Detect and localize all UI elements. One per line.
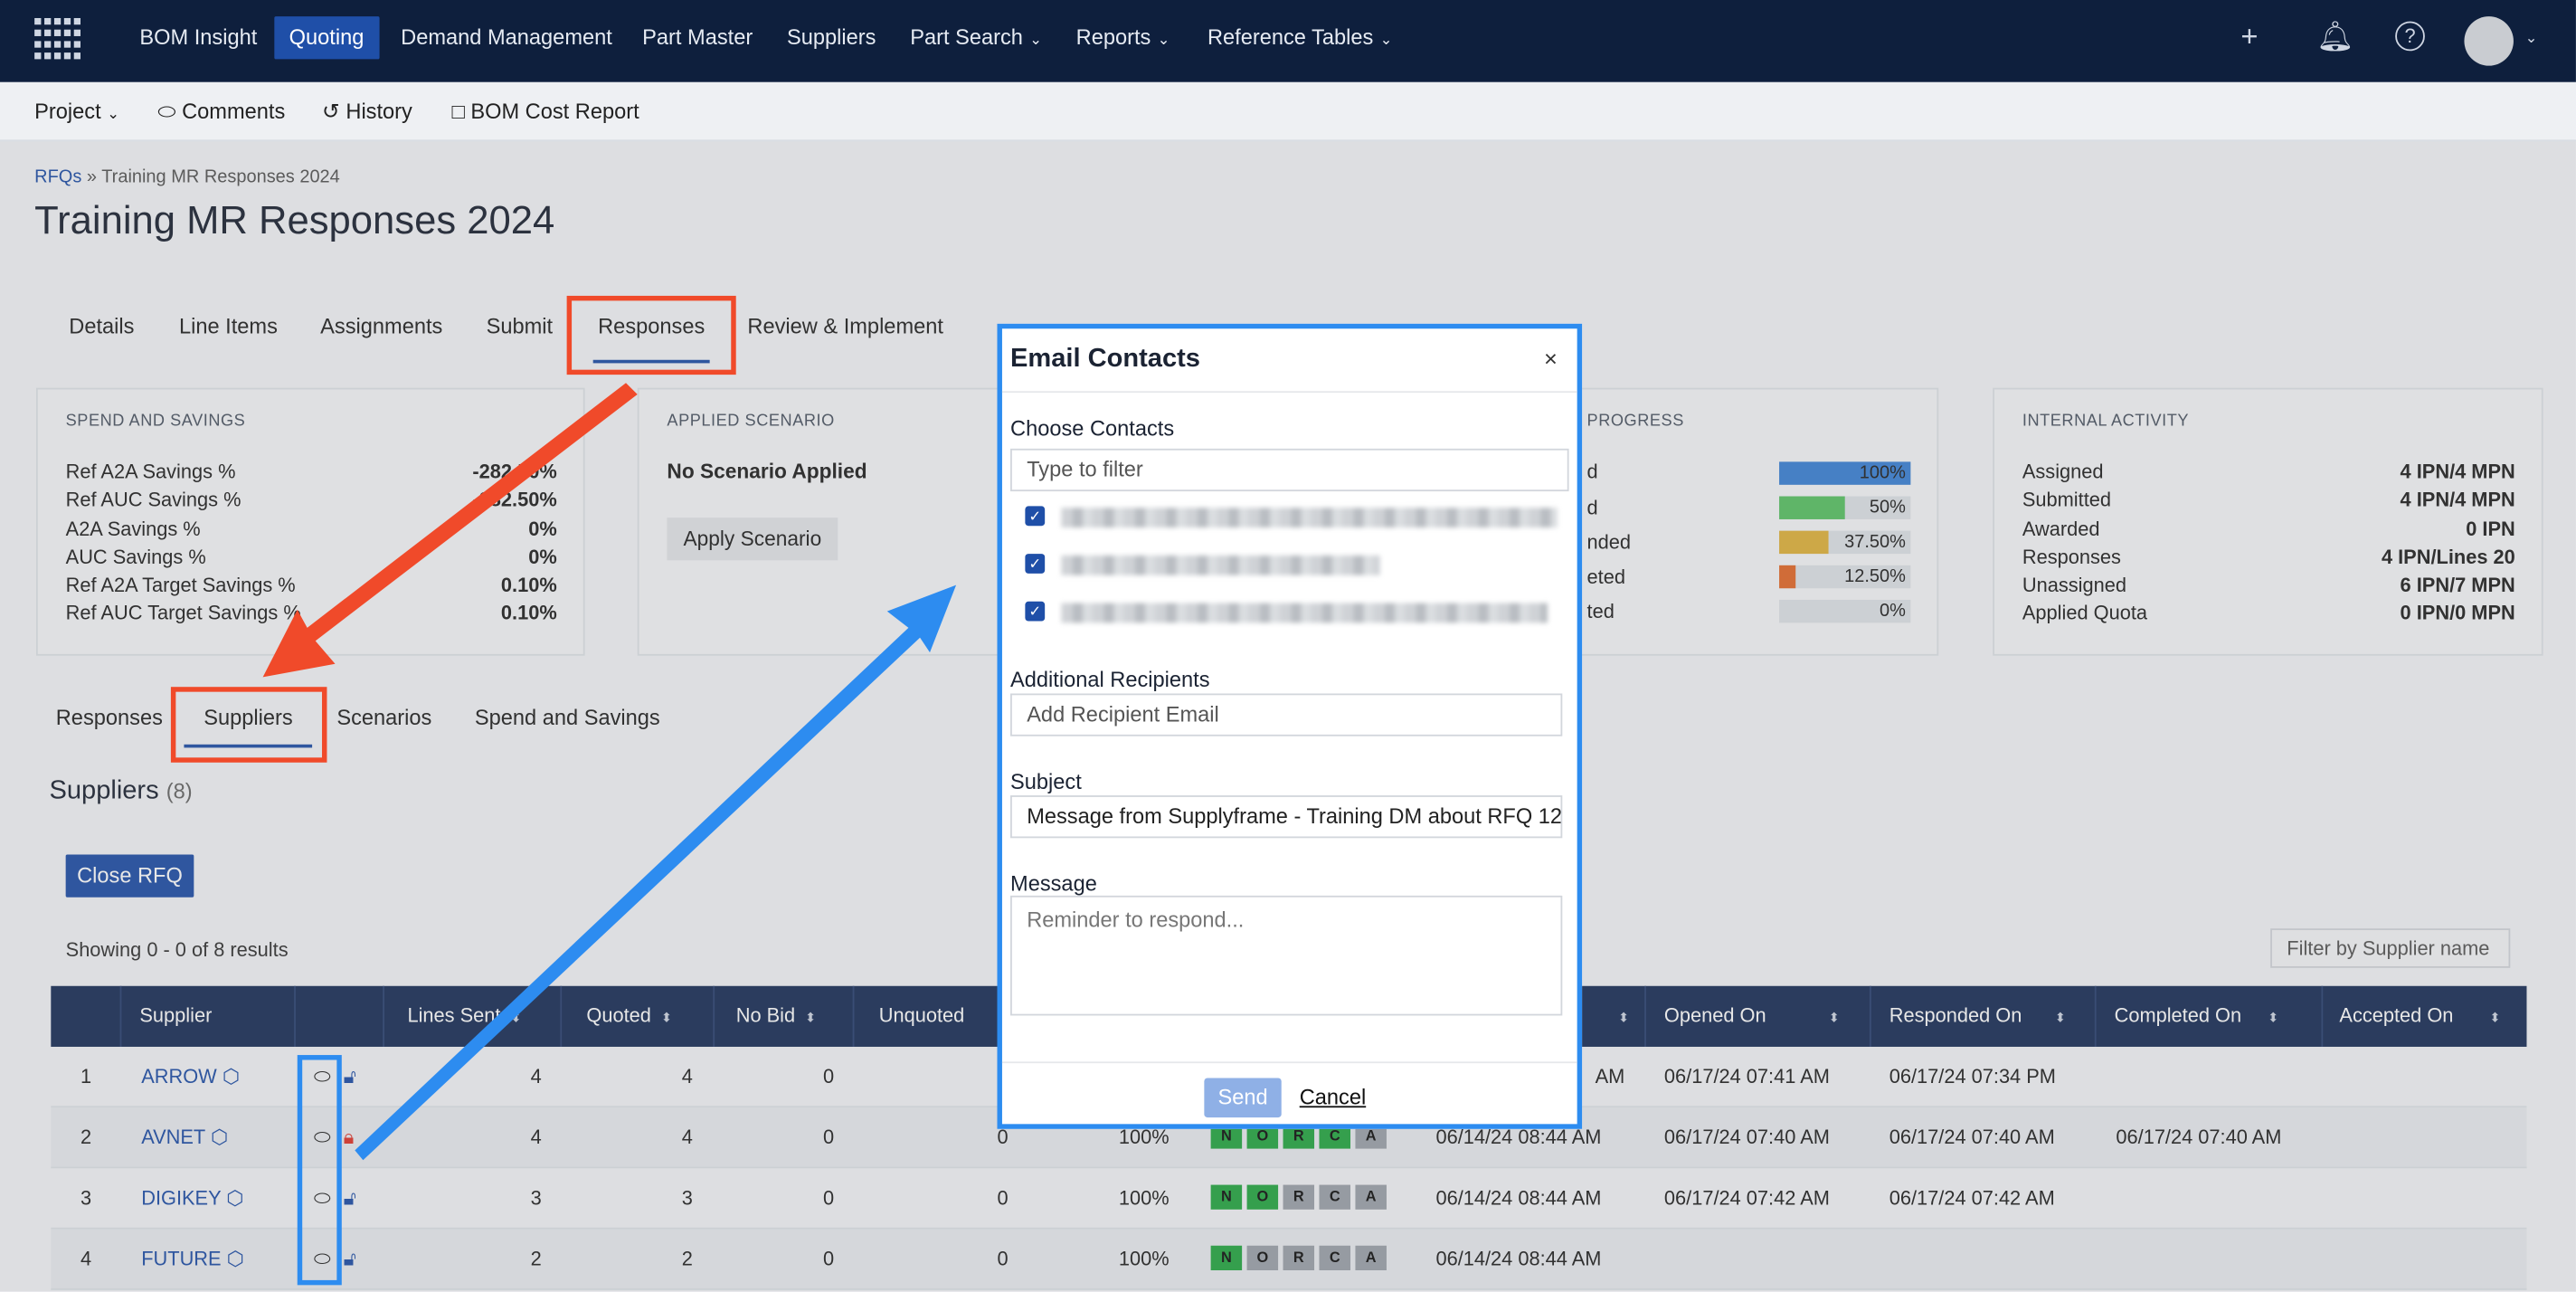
nav-bom-insight[interactable]: BOM Insight [125, 16, 272, 59]
top-nav: BOM Insight Quoting Demand Management Pa… [0, 0, 2576, 82]
annotation-highlight-suppliers-tab [170, 687, 327, 763]
divider [1001, 1061, 1577, 1064]
app-grid-icon[interactable] [33, 16, 81, 62]
nav-quoting[interactable]: Quoting [274, 16, 379, 60]
report-icon: □ [451, 98, 465, 124]
bom-cost-report-link[interactable]: □ BOM Cost Report [451, 99, 639, 123]
contact-checkbox[interactable]: ✓ [1025, 601, 1046, 622]
recipient-email-input[interactable]: Add Recipient Email [1010, 693, 1563, 736]
nav-reports-label: Reports [1075, 24, 1151, 50]
history-label: History [346, 98, 412, 124]
chevron-down-icon: ⌄ [1379, 31, 1393, 48]
redacted-contact [1061, 603, 1548, 623]
message-label: Message [1010, 870, 1097, 896]
nav-reference-tables[interactable]: Reference Tables ⌄ [1193, 16, 1407, 59]
cancel-button[interactable]: Cancel [1300, 1085, 1367, 1109]
nav-part-search[interactable]: Part Search ⌄ [895, 16, 1056, 59]
bell-icon[interactable]: 🔔︎ [2316, 20, 2354, 54]
contact-checkbox[interactable]: ✓ [1025, 506, 1046, 527]
email-contacts-modal: Email Contacts × Choose Contacts Type to… [997, 323, 1583, 1129]
nav-part-search-label: Part Search [910, 24, 1023, 50]
help-icon[interactable]: ? [2395, 21, 2425, 52]
close-icon[interactable]: × [1544, 345, 1558, 371]
nav-reference-tables-label: Reference Tables [1207, 24, 1374, 50]
app-stage: BOM Insight Quoting Demand Management Pa… [0, 0, 2576, 1292]
additional-recipients-label: Additional Recipients [1010, 667, 1210, 692]
redacted-contact [1061, 508, 1558, 528]
redacted-contact [1061, 555, 1380, 575]
chevron-down-icon: ⌄ [107, 105, 119, 122]
nav-suppliers[interactable]: Suppliers [772, 16, 891, 59]
history-icon: ↺ [321, 98, 340, 124]
chevron-down-icon: ⌄ [1029, 31, 1042, 48]
plus-icon[interactable]: + [2240, 20, 2258, 54]
send-button[interactable]: Send [1204, 1078, 1282, 1118]
subject-input[interactable]: Message from Supplyframe - Training DM a… [1010, 795, 1563, 839]
comments-link[interactable]: ⬭ Comments [157, 99, 285, 125]
avatar[interactable] [2464, 16, 2514, 66]
subject-label: Subject [1010, 769, 1082, 794]
contacts-filter-input[interactable]: Type to filter [1010, 448, 1569, 492]
comments-label: Comments [182, 98, 286, 124]
annotation-highlight-responses-tab [566, 295, 736, 375]
comment-icon: ⬭ [157, 98, 176, 124]
chevron-down-icon[interactable]: ⌄ [2525, 30, 2538, 48]
chevron-down-icon: ⌄ [1157, 31, 1170, 48]
history-link[interactable]: ↺ History [322, 99, 412, 125]
sub-nav: Project ⌄ ⬭ Comments ↺ History □ BOM Cos… [0, 81, 2576, 142]
nav-demand-management[interactable]: Demand Management [386, 16, 627, 59]
annotation-highlight-email-icons [297, 1055, 342, 1286]
modal-title: Email Contacts [1010, 345, 1200, 374]
divider [1001, 391, 1577, 394]
nav-part-master[interactable]: Part Master [628, 16, 768, 59]
nav-reports[interactable]: Reports ⌄ [1061, 16, 1184, 59]
contact-checkbox[interactable]: ✓ [1025, 554, 1046, 574]
choose-contacts-label: Choose Contacts [1010, 415, 1175, 441]
message-textarea[interactable]: Reminder to respond... [1010, 895, 1563, 1016]
project-label: Project [34, 98, 101, 124]
bom-cost-report-label: BOM Cost Report [470, 98, 639, 124]
project-menu[interactable]: Project ⌄ [34, 99, 119, 123]
